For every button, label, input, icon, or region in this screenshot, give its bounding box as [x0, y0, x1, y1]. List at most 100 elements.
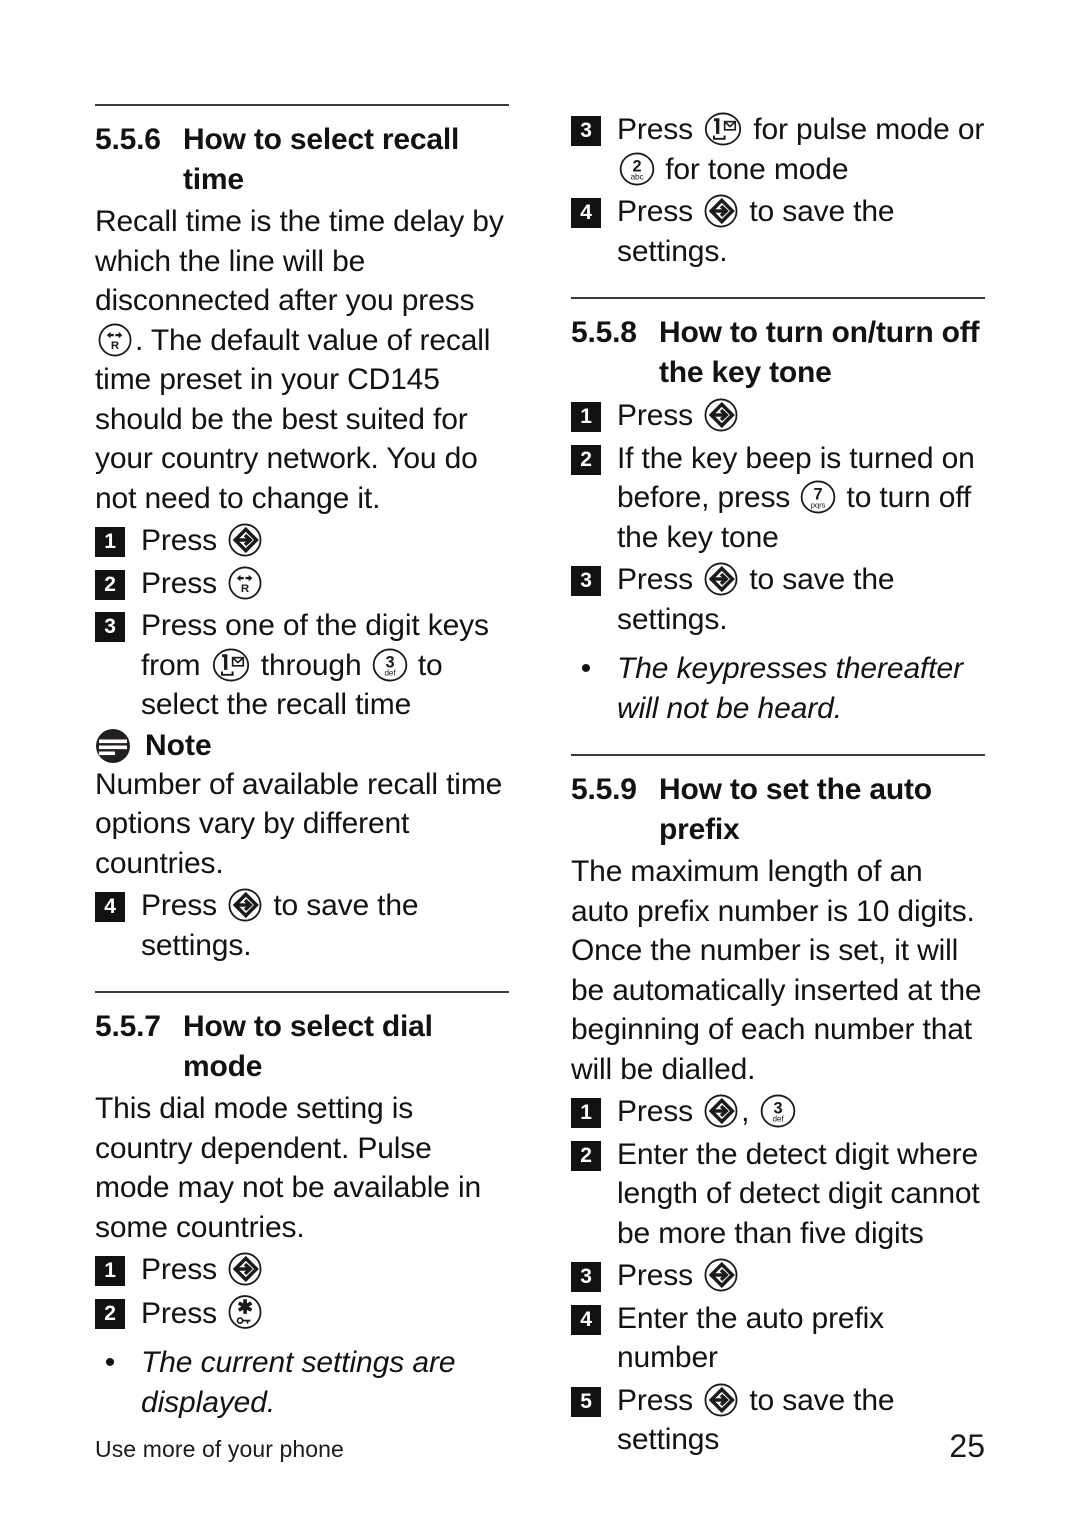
menu-ok-key-icon	[703, 193, 739, 229]
step-text: Press	[141, 564, 509, 604]
step-badge: 1	[95, 1256, 125, 1286]
step-label: Press	[617, 1383, 693, 1417]
step-item: 3 Press to save the settings.	[571, 560, 985, 639]
step-text: Press	[141, 1293, 509, 1334]
step-label: Press	[141, 1296, 217, 1330]
bullet-dot: •	[104, 1346, 116, 1379]
section-title: How to select recall time	[183, 123, 460, 196]
step-text: Press one of the digit keys from through…	[141, 606, 509, 725]
page-footer: Use more of your phone 25	[95, 1428, 985, 1465]
step-text: Press	[141, 521, 509, 561]
step-badge: 4	[571, 198, 601, 228]
step-badge: 3	[571, 566, 601, 596]
step-text: Press to save the settings.	[141, 886, 509, 965]
step-badge: 5	[571, 1386, 601, 1417]
step-item: 3 Press	[571, 1256, 985, 1296]
step-item: 1 Press ,	[571, 1092, 985, 1132]
step-item: 3 Press for pulse mode or for tone mode	[571, 110, 985, 189]
step-item: 2 If the key beep is turned on before, p…	[571, 439, 985, 558]
step-text: Press for pulse mode or for tone mode	[617, 110, 985, 189]
note-callout-header: Note	[95, 727, 509, 765]
step-label: Press	[617, 563, 693, 596]
note-title: Note	[145, 728, 212, 762]
step-label-mid: ,	[741, 1095, 750, 1128]
step-item: 4 Press to save the settings.	[571, 192, 985, 271]
step-text: Enter the auto prefix number	[617, 1301, 885, 1375]
step-label-mid: for pulse mode or	[753, 113, 985, 146]
step-badge: 3	[95, 612, 125, 642]
section-divider	[95, 104, 509, 106]
recall-r-key-icon	[227, 565, 263, 601]
menu-ok-key-icon	[227, 887, 263, 923]
left-column: 5.5.6 How to select recall time Recall t…	[95, 104, 509, 1460]
menu-ok-key-icon	[703, 561, 739, 597]
step-text: Press	[141, 1250, 509, 1290]
step-badge: 3	[571, 1262, 601, 1292]
step-text: If the key beep is turned on before, pre…	[617, 439, 985, 558]
step-badge: 2	[95, 569, 125, 600]
step-badge: 1	[571, 1098, 601, 1128]
section-556-intro: Recall time is the time delay by which t…	[95, 202, 509, 518]
section-divider	[571, 297, 985, 299]
step-badge: 4	[95, 892, 125, 922]
bullet-item: • The keypresses thereafter will not be …	[571, 649, 985, 728]
right-column: 3 Press for pulse mode or for tone mode …	[571, 104, 985, 1460]
digit-1-voicemail-key-icon	[211, 647, 251, 683]
step-item: 1 Press	[95, 1250, 509, 1290]
menu-ok-key-icon	[703, 1382, 739, 1418]
step-text: Enter the detect digit where length of d…	[617, 1137, 980, 1250]
menu-ok-key-icon	[703, 397, 739, 433]
step-item: 4 Enter the auto prefix number	[571, 1299, 985, 1378]
step-badge: 3	[571, 116, 601, 146]
step-label: Press	[617, 1095, 693, 1128]
step-item: 2 Enter the detect digit where length of…	[571, 1135, 985, 1254]
step-label: Press	[141, 524, 217, 557]
step-badge: 2	[95, 1298, 125, 1329]
step-text: Press to save the settings.	[617, 192, 985, 271]
digit-2-abc-key-icon	[619, 151, 655, 187]
step-badge: 4	[571, 1304, 601, 1335]
digit-3-def-key-icon	[372, 647, 408, 683]
section-title: How to turn on/turn off the key tone	[659, 316, 980, 389]
step-label-mid: through	[260, 648, 362, 682]
digit-3-def-key-icon	[760, 1093, 796, 1129]
footer-chapter-label: Use more of your phone	[95, 1436, 344, 1462]
bullet-item: • The current settings are displayed.	[95, 1343, 509, 1422]
section-557-intro: This dial mode setting is country depend…	[95, 1092, 482, 1244]
bullet-dot: •	[580, 652, 592, 685]
section-heading-556: 5.5.6 How to select recall time	[95, 120, 509, 200]
step-label-after: for tone mode	[665, 152, 849, 186]
step-badge: 2	[571, 444, 601, 475]
section-559-intro: The maximum length of an auto prefix num…	[571, 855, 982, 1086]
step-item: 2 Press	[95, 564, 509, 604]
step-label: Press	[617, 113, 693, 146]
bullet-text: The current settings are displayed.	[141, 1346, 456, 1419]
section-title: How to select dial mode	[183, 1010, 433, 1083]
digit-1-voicemail-key-icon	[703, 111, 743, 147]
menu-ok-key-icon	[227, 1251, 263, 1287]
step-item: 1 Press	[95, 521, 509, 561]
step-item: 1 Press	[571, 396, 985, 436]
step-label: Press	[617, 399, 693, 432]
step-item: 3 Press one of the digit keys from throu…	[95, 606, 509, 725]
step-text: Press ,	[617, 1092, 985, 1132]
step-text: Press to save the settings.	[617, 560, 985, 639]
menu-ok-key-icon	[227, 522, 263, 558]
section-number: 5.5.9	[571, 773, 637, 806]
menu-ok-key-icon	[703, 1257, 739, 1293]
step-badge: 2	[571, 1140, 601, 1171]
bullet-text: The keypresses thereafter will not be he…	[617, 652, 964, 725]
two-column-layout: 5.5.6 How to select recall time Recall t…	[95, 104, 985, 1460]
step-text: Press	[617, 1256, 985, 1296]
step-label: Press	[141, 889, 217, 922]
step-label: Press	[617, 195, 693, 228]
recall-r-key-icon	[97, 322, 133, 358]
section-divider	[571, 754, 985, 756]
section-number: 5.5.6	[95, 123, 161, 156]
section-number: 5.5.8	[571, 316, 637, 349]
digit-7-pqrs-key-icon	[800, 479, 836, 515]
section-heading-557: 5.5.7 How to select dial mode	[95, 1007, 509, 1087]
page-number: 25	[949, 1428, 985, 1464]
section-divider	[95, 991, 509, 993]
intro-text-part1: Recall time is the time delay by which t…	[95, 205, 504, 317]
